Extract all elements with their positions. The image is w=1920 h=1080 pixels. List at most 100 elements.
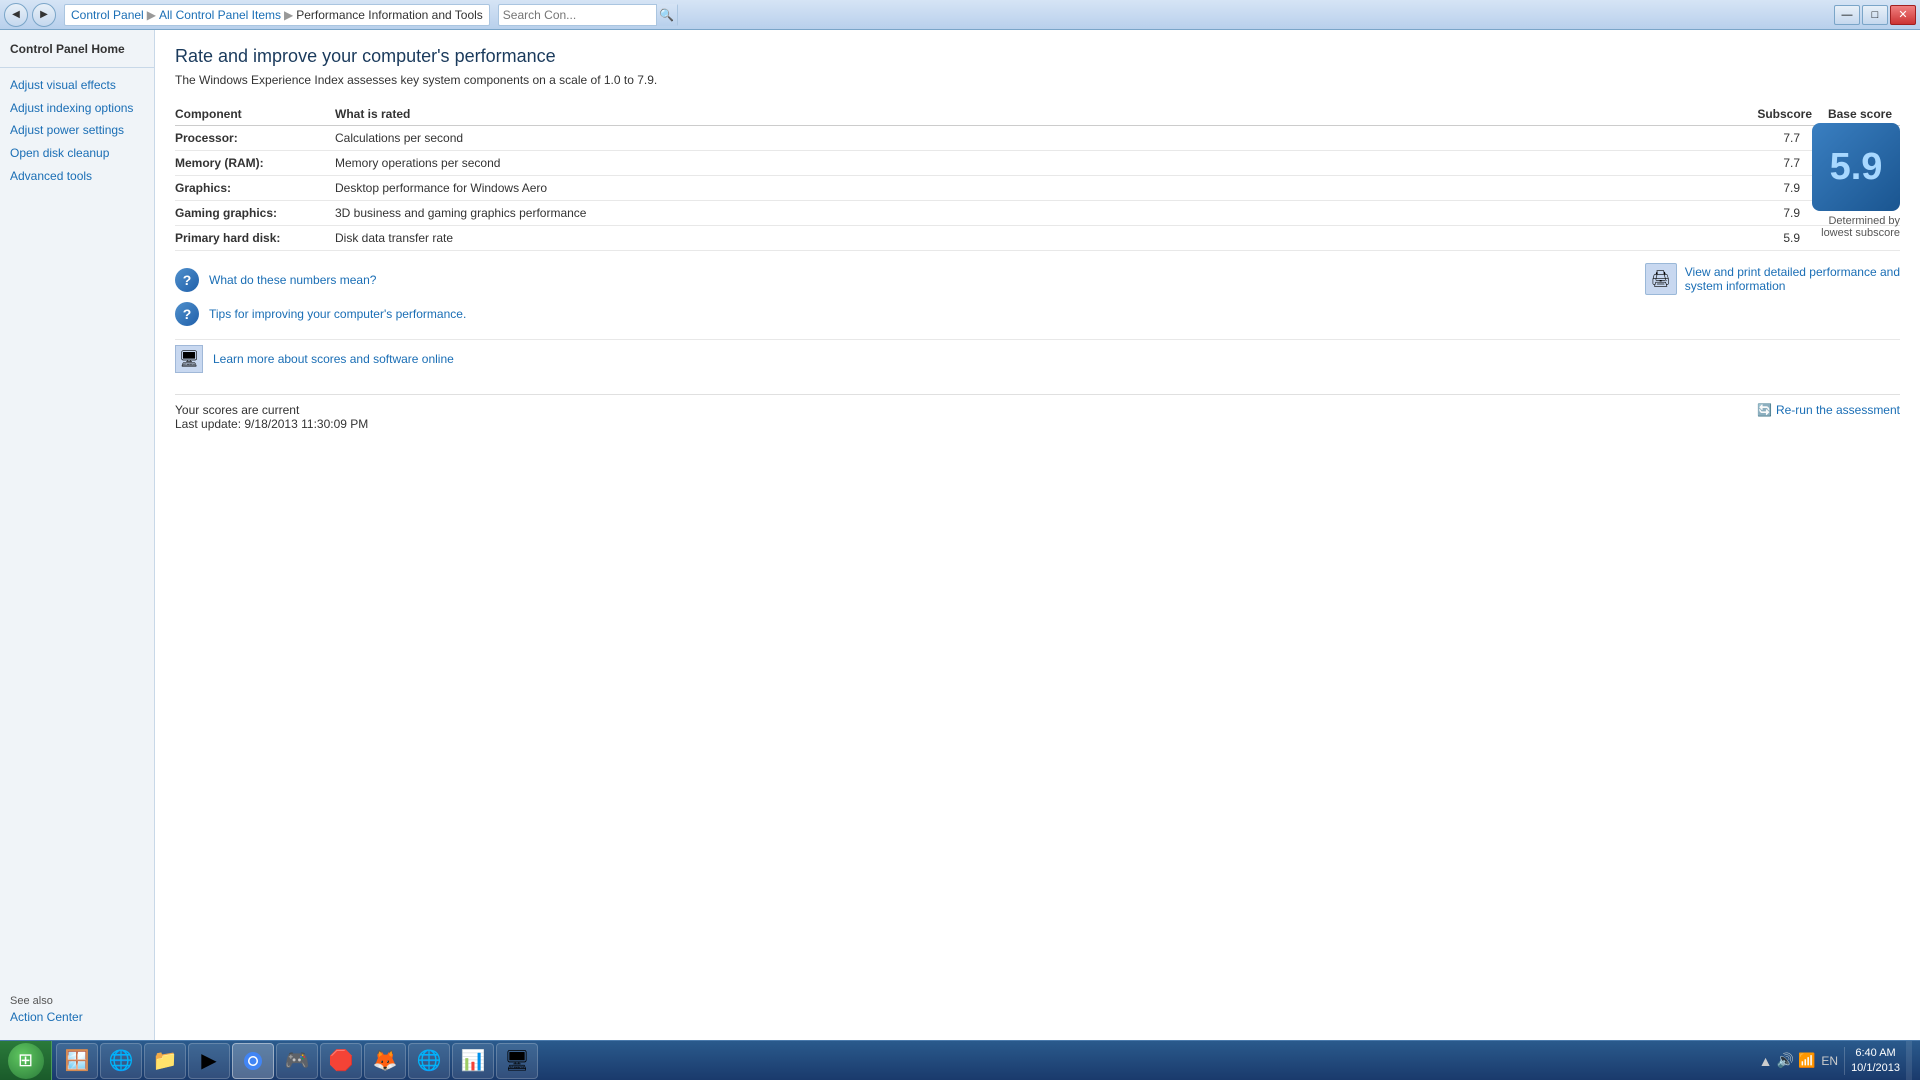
- sidebar-item-visual-effects[interactable]: Adjust visual effects: [0, 74, 154, 97]
- links-area: 🖨 View and print detailed performance an…: [175, 263, 1900, 331]
- score-badge-container: 5.9 Determined bylowest subscore: [1812, 123, 1900, 239]
- taskbar-app-firefox[interactable]: 🦊: [364, 1043, 406, 1079]
- question-icon-1: ?: [175, 268, 199, 292]
- sidebar: Control Panel Home Adjust visual effects…: [0, 30, 155, 1040]
- breadcrumb-all-items[interactable]: All Control Panel Items: [159, 8, 281, 22]
- performance-section: 5.9 Determined bylowest subscore Compone…: [175, 103, 1900, 251]
- forward-button[interactable]: ▶: [32, 3, 56, 27]
- rerun-link[interactable]: 🔄 Re-run the assessment: [1757, 403, 1900, 417]
- status-left: Your scores are current Last update: 9/1…: [175, 403, 368, 431]
- taskbar-app-stop[interactable]: 🛑: [320, 1043, 362, 1079]
- taskbar-right: ▲ 🔊 📶 EN 6:40 AM 10/1/2013: [1751, 1041, 1920, 1080]
- sidebar-item-disk-cleanup[interactable]: Open disk cleanup: [0, 142, 154, 165]
- language-indicator: EN: [1821, 1054, 1838, 1068]
- tray-expand[interactable]: ▲: [1759, 1053, 1773, 1069]
- online-icon: 🖥: [175, 345, 203, 373]
- right-link-container: 🖨 View and print detailed performance an…: [1645, 263, 1900, 295]
- rerun-icon: 🔄: [1757, 403, 1772, 417]
- print-icon: 🖨: [1645, 263, 1677, 295]
- row-graphics-label: Graphics:: [175, 176, 335, 201]
- taskbar-divider: [1844, 1047, 1845, 1075]
- see-also-action-center[interactable]: Action Center: [10, 1010, 145, 1024]
- col-subscore: Subscore: [1740, 103, 1820, 126]
- row-memory-label: Memory (RAM):: [175, 151, 335, 176]
- link-row-numbers: ? What do these numbers mean?: [175, 263, 1900, 297]
- breadcrumb-sep-1: ▶: [147, 8, 156, 22]
- table-row: Memory (RAM): Memory operations per seco…: [175, 151, 1900, 176]
- breadcrumb-control-panel[interactable]: Control Panel: [71, 8, 144, 22]
- view-print-link[interactable]: View and print detailed performance ands…: [1685, 265, 1900, 293]
- breadcrumb-current: Performance Information and Tools: [296, 8, 483, 22]
- row-processor-subscore: 7.7: [1740, 126, 1820, 151]
- score-value: 5.9: [1830, 148, 1883, 186]
- performance-table: Component What is rated Subscore Base sc…: [175, 103, 1900, 251]
- table-row: Gaming graphics: 3D business and gaming …: [175, 201, 1900, 226]
- time-display: 6:40 AM: [1851, 1046, 1900, 1060]
- date-display: 10/1/2013: [1851, 1061, 1900, 1075]
- table-row: Processor: Calculations per second 7.7: [175, 126, 1900, 151]
- taskbar-app-chrome[interactable]: [232, 1043, 274, 1079]
- search-input[interactable]: [499, 8, 656, 22]
- close-button[interactable]: ✕: [1890, 5, 1916, 25]
- row-memory-desc: Memory operations per second: [335, 151, 1740, 176]
- row-graphics-desc: Desktop performance for Windows Aero: [335, 176, 1740, 201]
- sidebar-item-indexing-options[interactable]: Adjust indexing options: [0, 97, 154, 120]
- link-row-tips: ? Tips for improving your computer's per…: [175, 297, 1900, 331]
- sidebar-divider: [0, 67, 154, 68]
- row-gaming-subscore: 7.9: [1740, 201, 1820, 226]
- minimize-button[interactable]: —: [1834, 5, 1860, 25]
- taskbar: ⊞ 🪟 🌐 📁 ▶ 🎮 🛑 🦊 🌐 📊 🖥 ▲ 🔊 📶 EN 6:40 AM 1…: [0, 1040, 1920, 1080]
- table-row: Graphics: Desktop performance for Window…: [175, 176, 1900, 201]
- tray-network[interactable]: 📶: [1798, 1052, 1815, 1069]
- taskbar-app-browser[interactable]: 🌐: [408, 1043, 450, 1079]
- main-layout: Control Panel Home Adjust visual effects…: [0, 30, 1920, 1040]
- tips-link[interactable]: Tips for improving your computer's perfo…: [209, 307, 466, 321]
- sidebar-item-power-settings[interactable]: Adjust power settings: [0, 119, 154, 142]
- taskbar-app-excel[interactable]: 📊: [452, 1043, 494, 1079]
- window-controls: — □ ✕: [1834, 5, 1916, 25]
- breadcrumb-sep-2: ▶: [284, 8, 293, 22]
- maximize-button[interactable]: □: [1862, 5, 1888, 25]
- start-button[interactable]: ⊞: [0, 1041, 52, 1080]
- col-what-rated: What is rated: [335, 103, 1740, 126]
- row-harddisk-subscore: 5.9: [1740, 226, 1820, 251]
- see-also-section: See also Action Center: [0, 987, 155, 1032]
- table-row: Primary hard disk: Disk data transfer ra…: [175, 226, 1900, 251]
- rerun-label[interactable]: Re-run the assessment: [1776, 403, 1900, 417]
- taskbar-apps: 🪟 🌐 📁 ▶ 🎮 🛑 🦊 🌐 📊 🖥: [52, 1043, 1751, 1079]
- content-area: Rate and improve your computer's perform…: [155, 30, 1920, 1040]
- status-last-update: Last update: 9/18/2013 11:30:09 PM: [175, 417, 368, 431]
- taskbar-app-windows[interactable]: 🪟: [56, 1043, 98, 1079]
- page-title: Rate and improve your computer's perform…: [175, 46, 1900, 67]
- score-badge-label: Determined bylowest subscore: [1812, 215, 1900, 239]
- row-harddisk-desc: Disk data transfer rate: [335, 226, 1740, 251]
- col-component: Component: [175, 103, 335, 126]
- tray-sound[interactable]: 🔊: [1777, 1052, 1794, 1069]
- back-button[interactable]: ◀: [4, 3, 28, 27]
- status-current: Your scores are current: [175, 403, 368, 417]
- numbers-meaning-link[interactable]: What do these numbers mean?: [209, 273, 376, 287]
- page-subtitle: The Windows Experience Index assesses ke…: [175, 73, 1900, 87]
- taskbar-time[interactable]: 6:40 AM 10/1/2013: [1851, 1046, 1900, 1075]
- online-link[interactable]: Learn more about scores and software onl…: [213, 352, 454, 366]
- sidebar-home[interactable]: Control Panel Home: [0, 38, 154, 61]
- taskbar-app-explorer[interactable]: 📁: [144, 1043, 186, 1079]
- search-button[interactable]: 🔍: [656, 4, 677, 26]
- taskbar-app-media[interactable]: ▶: [188, 1043, 230, 1079]
- row-memory-subscore: 7.7: [1740, 151, 1820, 176]
- taskbar-app-game[interactable]: 🎮: [276, 1043, 318, 1079]
- sidebar-item-advanced-tools[interactable]: Advanced tools: [0, 165, 154, 188]
- search-bar: 🔍: [498, 4, 678, 26]
- titlebar-left: ◀ ▶ Control Panel ▶ All Control Panel It…: [4, 3, 678, 27]
- row-gaming-desc: 3D business and gaming graphics performa…: [335, 201, 1740, 226]
- row-processor-label: Processor:: [175, 126, 335, 151]
- taskbar-app-ie[interactable]: 🌐: [100, 1043, 142, 1079]
- breadcrumb: Control Panel ▶ All Control Panel Items …: [64, 4, 490, 26]
- see-also-title: See also: [10, 995, 145, 1007]
- taskbar-app-monitor[interactable]: 🖥: [496, 1043, 538, 1079]
- show-desktop-button[interactable]: [1906, 1041, 1912, 1080]
- row-processor-desc: Calculations per second: [335, 126, 1740, 151]
- row-gaming-label: Gaming graphics:: [175, 201, 335, 226]
- status-footer: Your scores are current Last update: 9/1…: [175, 394, 1900, 431]
- row-graphics-subscore: 7.9: [1740, 176, 1820, 201]
